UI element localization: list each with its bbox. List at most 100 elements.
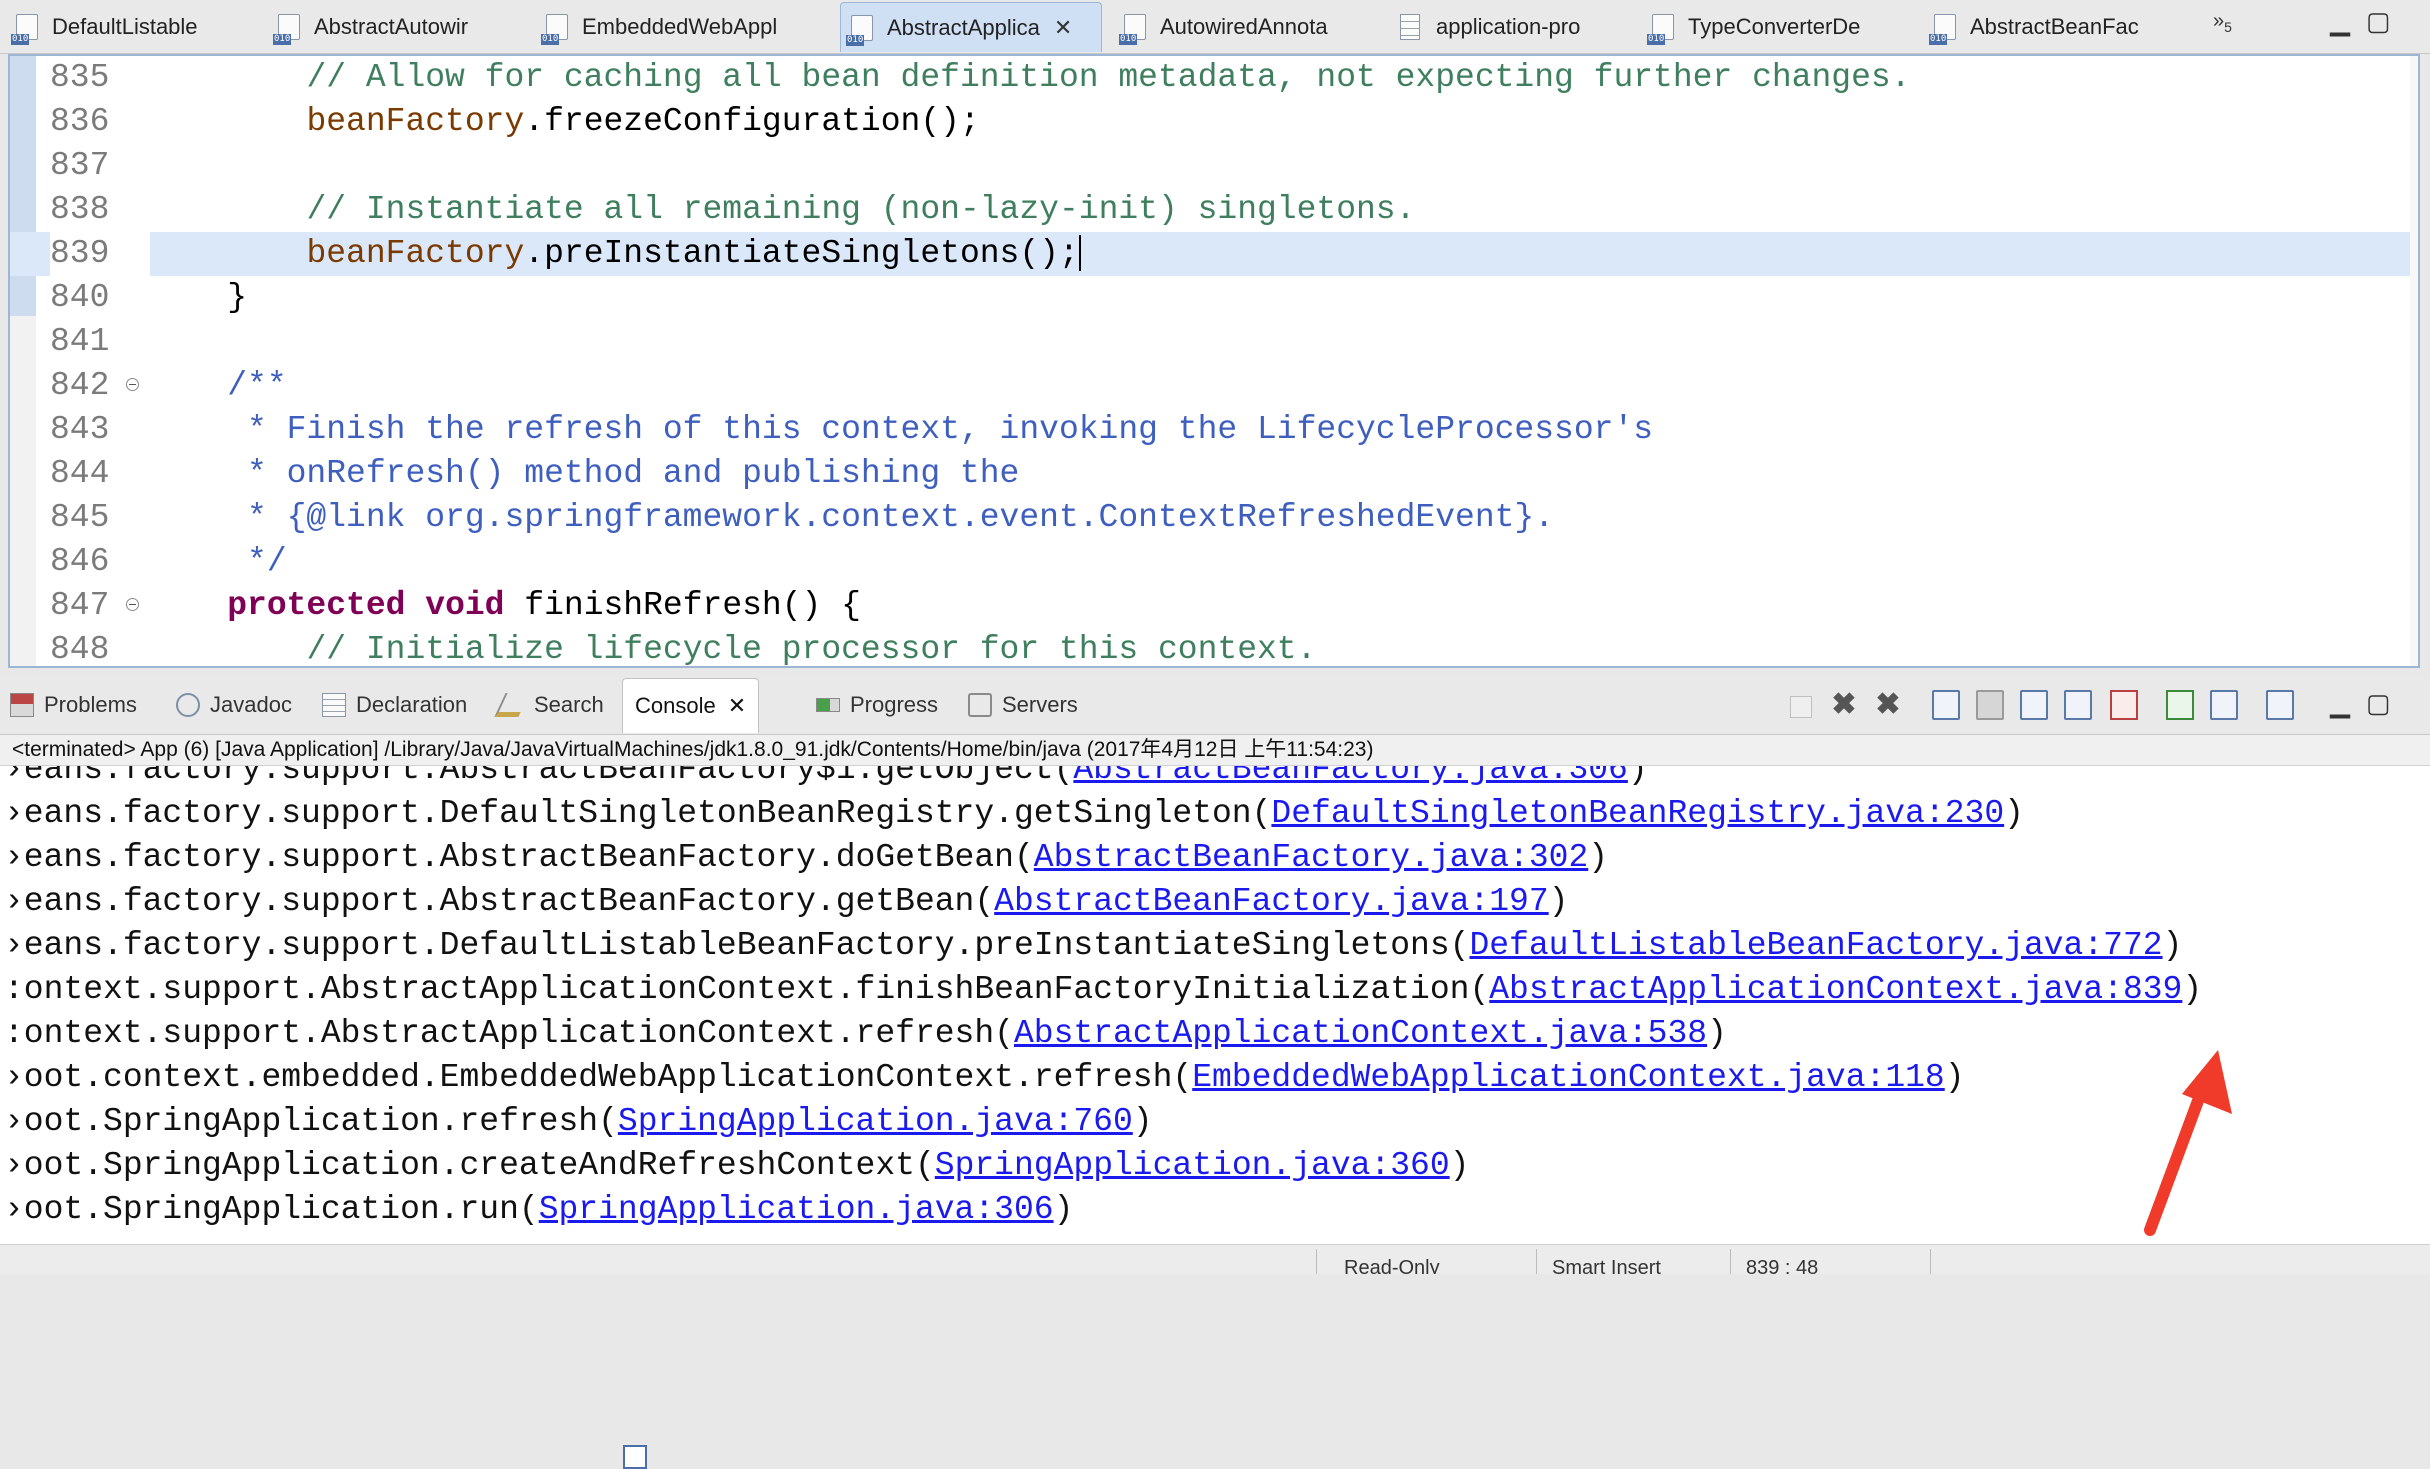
view-tab-declaration[interactable]: Declaration (322, 678, 467, 732)
view-maximize-button[interactable]: ▢ (2366, 688, 2391, 718)
open-console-icon[interactable] (2266, 690, 2294, 720)
view-tab-label: Javadoc (210, 692, 292, 717)
code-text: // Allow for caching all bean definition… (148, 56, 1910, 100)
line-number: 835 (50, 59, 110, 96)
source-link[interactable]: AbstractBeanFactory.java:302 (1034, 839, 1589, 876)
source-link[interactable]: AbstractApplicationContext.java:839 (1489, 971, 2182, 1008)
stack-frame-text: ›eans.factory.support.AbstractBeanFactor… (4, 839, 1034, 876)
console-line: ›oot.SpringApplication.createAndRefreshC… (4, 1144, 1469, 1188)
console-output[interactable]: ›eans.factory.support.AbstractBeanFactor… (0, 766, 2430, 1244)
line-number: 845 (50, 499, 110, 536)
fold-collapse-icon[interactable] (126, 378, 139, 391)
view-tab-javadoc[interactable]: Javadoc (176, 678, 292, 732)
line-number: 848 (50, 631, 110, 668)
code-plain: } (148, 279, 248, 316)
code-text: beanFactory.preInstantiateSingletons(); (148, 232, 1081, 276)
terminate-icon[interactable] (1790, 696, 1812, 718)
line-number: 841 (50, 323, 110, 360)
status-separator (1730, 1249, 1731, 1274)
editor-tab-label: application-pro (1436, 14, 1581, 39)
code-line[interactable]: 848 // Initialize lifecycle processor fo… (10, 628, 2418, 668)
editor-tab-label: AbstractAutowir (314, 14, 469, 39)
display-console-icon[interactable] (2210, 690, 2238, 720)
editor-scrollbar[interactable] (2410, 56, 2418, 666)
maximize-button[interactable]: ▢ (2366, 6, 2391, 36)
pin-console-icon[interactable] (2166, 690, 2194, 720)
word-wrap-icon[interactable] (2020, 690, 2048, 720)
show-on-output-icon[interactable] (2064, 690, 2092, 720)
editor-tab-application-pro[interactable]: application-pro (1392, 2, 1588, 52)
code-text: * onRefresh() method and publishing the (148, 452, 1019, 496)
close-tab-icon[interactable]: ✕ (1054, 15, 1072, 41)
status-cursor-position: 839 : 48 (1746, 1257, 1819, 1274)
view-tab-problems[interactable]: Problems (10, 678, 137, 732)
stack-frame-close-paren: ) (1944, 1059, 1965, 1096)
show-on-error-icon[interactable] (2110, 690, 2138, 720)
source-link[interactable]: AbstractBeanFactory.java:197 (994, 883, 1549, 920)
view-tab-progress[interactable]: Progress (816, 678, 938, 732)
code-field: beanFactory (306, 235, 525, 272)
source-link[interactable]: DefaultListableBeanFactory.java:772 (1469, 927, 2162, 964)
class-file-icon (846, 14, 873, 46)
code-plain (148, 587, 227, 624)
console-line: ›eans.factory.support.AbstractBeanFactor… (4, 836, 1608, 880)
editor-tab-abstractbeanfac[interactable]: AbstractBeanFac (1926, 2, 2147, 52)
source-link[interactable]: SpringApplication.java:760 (618, 1103, 1133, 1140)
stack-frame-close-paren: ) (2162, 927, 2183, 964)
code-text: beanFactory.freezeConfiguration(); (148, 100, 979, 144)
code-javadoc: * onRefresh() method and publishing the (148, 455, 1020, 492)
annotation-arrow (2144, 1050, 2232, 1236)
clear-console-icon[interactable] (1932, 690, 1960, 720)
code-line[interactable]: 845 * {@link org.springframework.context… (10, 496, 2418, 540)
stack-frame-close-paren: ) (2004, 795, 2024, 832)
code-line[interactable]: 840 } (10, 276, 2418, 320)
close-tab-icon[interactable]: ✕ (728, 693, 746, 719)
stack-frame-text: ›eans.factory.support.AbstractBeanFactor… (4, 883, 995, 920)
code-line[interactable]: 838 // Instantiate all remaining (non-la… (10, 188, 2418, 232)
editor-tab-defaultlistable[interactable]: DefaultListable (8, 2, 206, 52)
class-file-icon (541, 14, 568, 45)
view-tab-servers[interactable]: Servers (968, 678, 1078, 732)
code-line[interactable]: 837 (10, 144, 2418, 188)
code-line[interactable]: 836 beanFactory.freezeConfiguration(); (10, 100, 2418, 144)
code-line[interactable]: 842 /** (10, 364, 2418, 408)
current-code-line[interactable]: 839 beanFactory.preInstantiateSingletons… (10, 232, 2418, 276)
editor-tab-abstractautowir[interactable]: AbstractAutowir (270, 2, 476, 52)
source-link[interactable]: AbstractBeanFactory.java:306 (1073, 766, 1628, 788)
code-javadoc: * {@link org.springframework.context.eve… (148, 499, 1555, 536)
editor-tab-label: TypeConverterDe (1688, 14, 1861, 39)
tab-overflow-button[interactable]: »5 (2213, 10, 2232, 35)
remove-all-terminated-icon[interactable]: ✖ (1874, 690, 1902, 720)
source-link[interactable]: SpringApplication.java:306 (539, 1191, 1054, 1228)
code-editor[interactable]: 835 // Allow for caching all bean defini… (8, 54, 2420, 668)
editor-tab-label: EmbeddedWebAppl (582, 14, 778, 39)
code-line[interactable]: 846 */ (10, 540, 2418, 584)
code-line[interactable]: 841 (10, 320, 2418, 364)
line-number: 843 (50, 411, 110, 448)
editor-tab-label: AbstractBeanFac (1970, 14, 2139, 39)
source-link[interactable]: EmbeddedWebApplicationContext.java:118 (1192, 1059, 1945, 1096)
fold-collapse-icon[interactable] (126, 598, 139, 611)
remove-launch-icon[interactable]: ✖ (1830, 690, 1858, 720)
minimize-button[interactable]: ▁ (2330, 6, 2350, 36)
code-plain (148, 235, 306, 272)
editor-tab-embeddedwebappl[interactable]: EmbeddedWebAppl (538, 2, 785, 52)
code-line[interactable]: 843 * Finish the refresh of this context… (10, 408, 2418, 452)
source-link[interactable]: SpringApplication.java:360 (935, 1147, 1450, 1184)
code-line[interactable]: 844 * onRefresh() method and publishing … (10, 452, 2418, 496)
editor-tab-typeconverterde[interactable]: TypeConverterDe (1644, 2, 1868, 52)
scroll-lock-icon[interactable] (1976, 690, 2004, 720)
status-insert-mode: Smart Insert (1552, 1257, 1661, 1274)
source-link[interactable]: DefaultSingletonBeanRegistry.java:230 (1271, 795, 2004, 832)
javadoc-icon (176, 693, 200, 717)
view-minimize-button[interactable]: ▁ (2330, 688, 2350, 718)
editor-tab-autowiredannota[interactable]: AutowiredAnnota (1116, 2, 1336, 52)
code-comment: // Initialize lifecycle processor for th… (306, 631, 1317, 668)
code-line[interactable]: 847 protected void finishRefresh() { (10, 584, 2418, 628)
source-link[interactable]: AbstractApplicationContext.java:538 (1014, 1015, 1707, 1052)
editor-tab-abstractapplica[interactable]: AbstractApplica ✕ (840, 2, 1102, 52)
code-line[interactable]: 835 // Allow for caching all bean defini… (10, 56, 2418, 100)
view-tab-console[interactable]: Console ✕ (622, 678, 760, 1469)
line-number: 836 (50, 103, 110, 140)
view-tab-search[interactable]: Search (494, 678, 604, 732)
